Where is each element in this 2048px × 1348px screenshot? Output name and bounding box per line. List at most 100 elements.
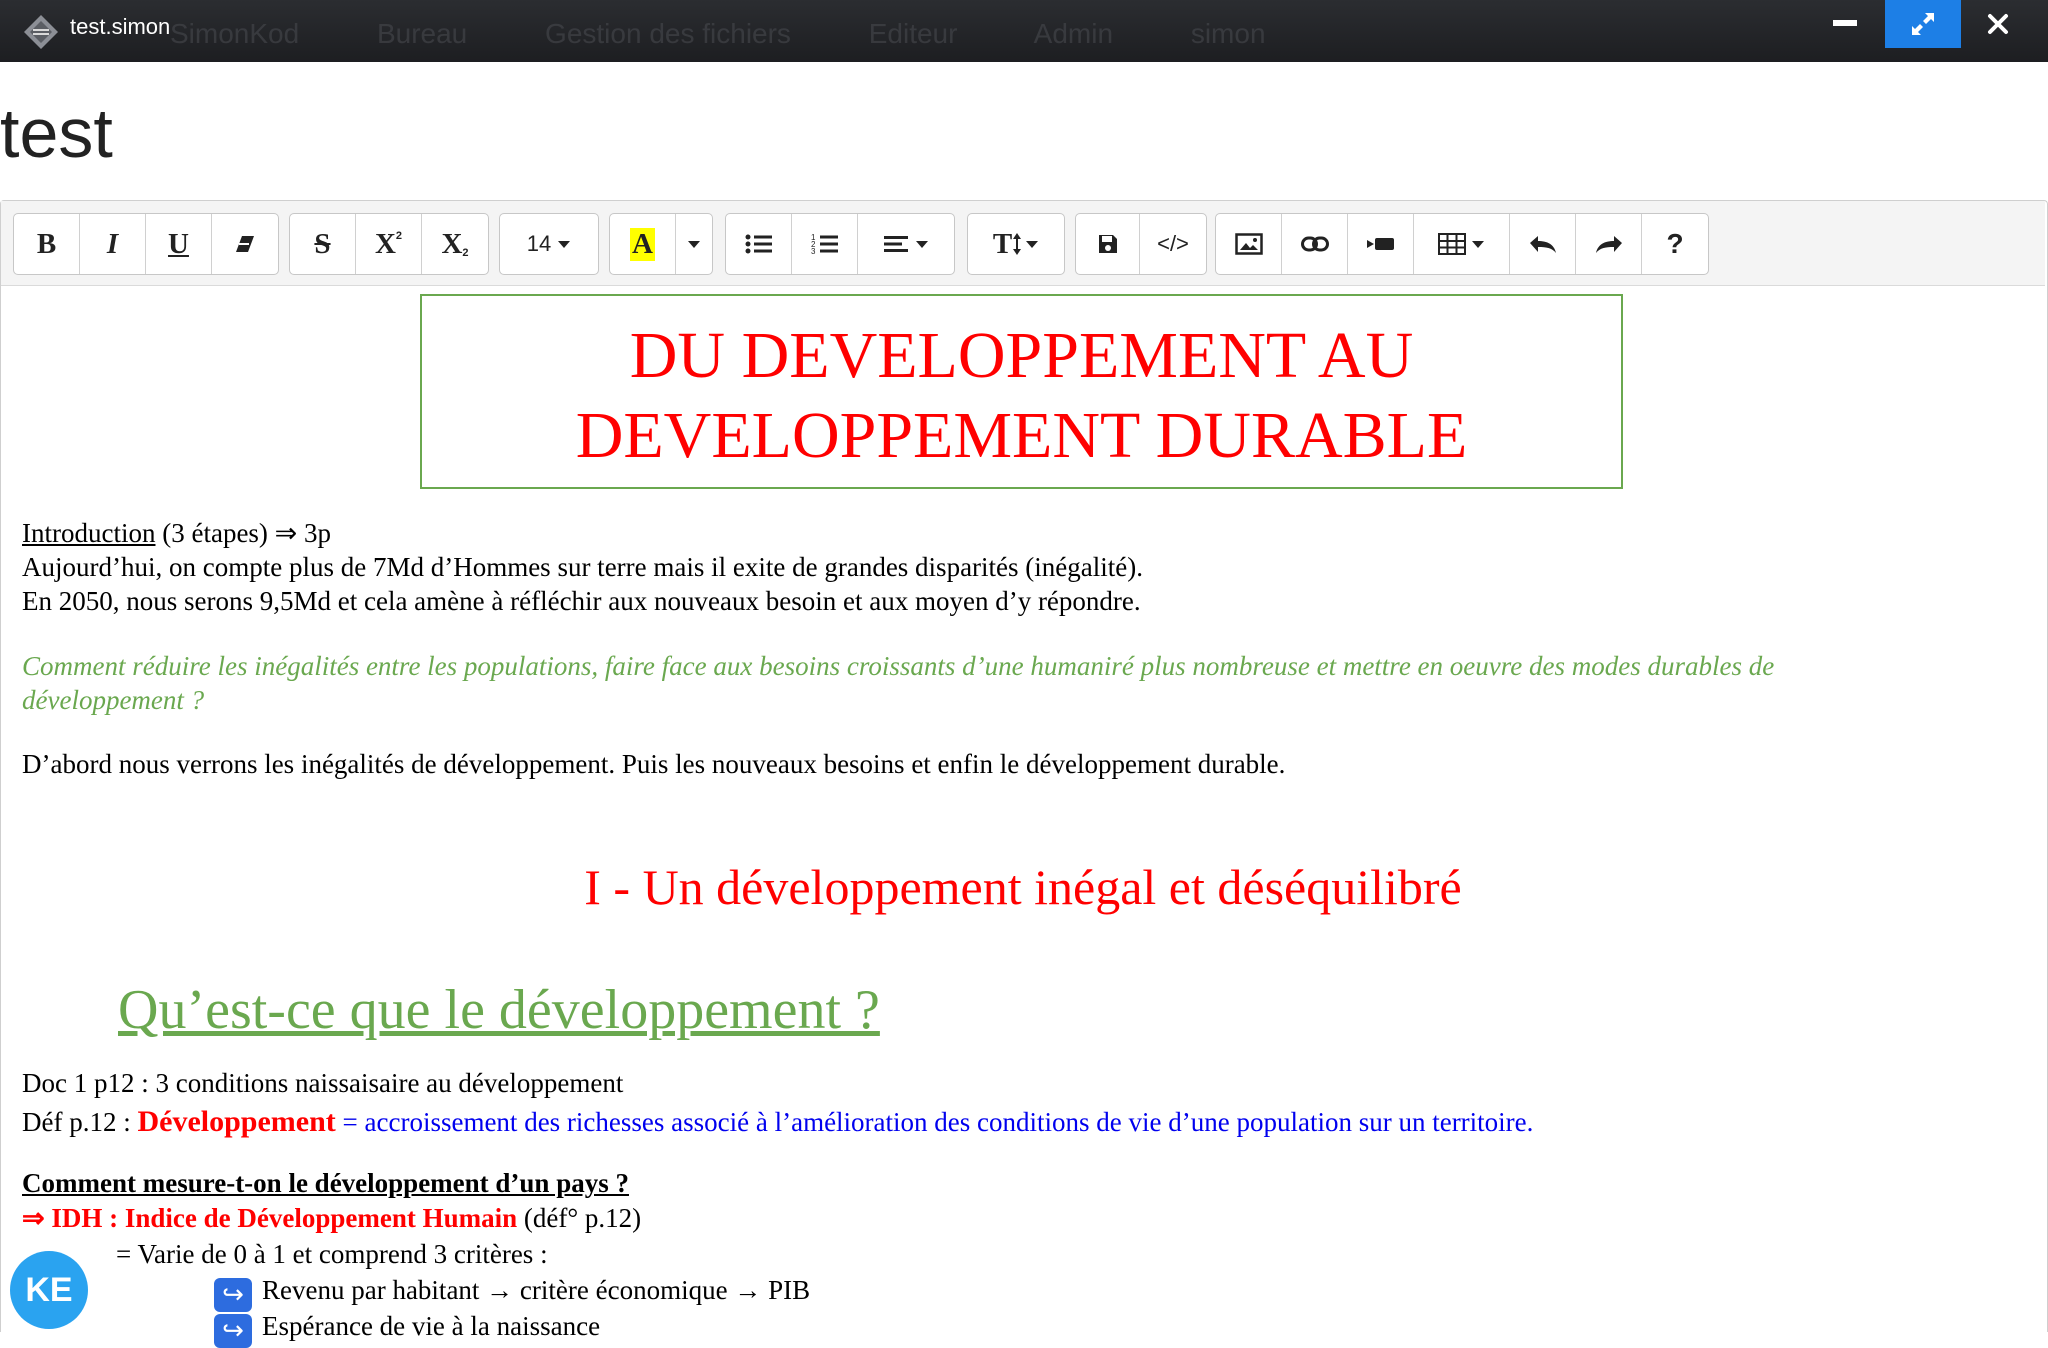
close-icon xyxy=(1988,14,2008,34)
link-icon xyxy=(1300,236,1329,252)
subscript-mark-icon: 2 xyxy=(462,247,469,259)
undo-icon xyxy=(1529,236,1556,253)
ordered-list-button[interactable]: 1 2 3 xyxy=(792,214,858,274)
subscript-button[interactable]: X2 xyxy=(422,214,488,274)
main-title-line1: DU DEVELOPPEMENT AU xyxy=(629,319,1414,392)
background-app-menu: SimonKod Bureau Gestion des fichiers Edi… xyxy=(170,18,1336,50)
align-left-icon xyxy=(883,236,908,252)
font-size-group: 14 xyxy=(499,213,599,275)
app-logo-icon xyxy=(24,15,58,49)
text-style-group: T xyxy=(967,213,1065,275)
italic-button[interactable]: I xyxy=(80,214,146,274)
highlight-label: A xyxy=(630,227,655,261)
minimize-button[interactable] xyxy=(1808,0,1882,48)
bold-button[interactable]: B xyxy=(14,214,80,274)
criteria-text: Revenu par habitant → critère économique… xyxy=(262,1275,811,1305)
idh-reference: (déf° p.12) xyxy=(517,1203,642,1233)
background-menu-admin: Admin xyxy=(1033,18,1114,49)
return-arrow-icon: ↪ xyxy=(214,1314,252,1348)
code-view-button[interactable]: </> xyxy=(1140,214,1206,274)
background-menu-editor: Editeur xyxy=(868,18,958,49)
insert-link-button[interactable] xyxy=(1282,214,1348,274)
eraser-icon xyxy=(236,236,254,252)
color-dropdown-button[interactable] xyxy=(676,214,712,274)
save-button[interactable] xyxy=(1076,214,1140,274)
paragraph-group: 1 2 3 xyxy=(725,213,955,275)
clear-format-button[interactable] xyxy=(212,214,278,274)
window-titlebar: test.simon SimonKod Bureau Gestion des f… xyxy=(0,0,2048,62)
bullet-list-button[interactable] xyxy=(726,214,792,274)
editor-toolbar: B I U S X2 X2 14 A 1 2 3 T </> ? xyxy=(1,201,2045,286)
background-menu-files: Gestion des fichiers xyxy=(545,18,791,49)
chevron-down-icon xyxy=(1472,241,1484,248)
text-height-icon xyxy=(1013,233,1022,255)
superscript-button[interactable]: X2 xyxy=(356,214,422,274)
plan-text: D’abord nous verrons les inégalités de d… xyxy=(22,749,1286,779)
expand-icon xyxy=(1912,13,1934,35)
problem-question-line1: Comment réduire les inégalités entre les… xyxy=(22,651,1775,681)
superscript-label: X xyxy=(374,227,396,260)
idh-line: ⇒ IDH : Indice de Développement Humain (… xyxy=(22,1203,641,1234)
chevron-down-icon xyxy=(1026,241,1039,248)
font-size-value: 14 xyxy=(526,231,552,256)
idh-label: ⇒ IDH : Indice de Développement Humain xyxy=(22,1203,518,1233)
subsection-title: Qu’est-ce que le développement ? xyxy=(118,979,880,1041)
align-dropdown[interactable] xyxy=(858,214,954,274)
color-group: A xyxy=(609,213,713,275)
unordered-list-icon xyxy=(745,234,772,254)
main-title-box: DU DEVELOPPEMENT AU DEVELOPPEMENT DURABL… xyxy=(420,294,1623,489)
file-group: </> xyxy=(1075,213,1207,275)
intro-rest: (3 étapes) ⇒ 3p xyxy=(155,518,332,548)
ke-badge-button[interactable]: KE xyxy=(10,1251,88,1329)
criteria-item: ↪ Revenu par habitant → critère économiqu… xyxy=(214,1275,810,1312)
script-group: S X2 X2 xyxy=(289,213,489,275)
idh-description: = Varie de 0 à 1 et comprend 3 critères … xyxy=(116,1239,548,1269)
floppy-disk-icon xyxy=(1098,235,1117,253)
measure-question: Comment mesure-t-on le développement d’u… xyxy=(22,1168,629,1198)
chevron-down-icon xyxy=(688,241,700,248)
return-arrow-icon: ↪ xyxy=(214,1278,252,1312)
subscript-label: X xyxy=(441,227,463,260)
undo-button[interactable] xyxy=(1510,214,1576,274)
video-icon xyxy=(1366,238,1394,250)
criteria-item: ↪ Espérance de vie à la naissance xyxy=(214,1311,600,1348)
chevron-down-icon xyxy=(558,241,571,248)
background-app-name: SimonKod xyxy=(170,18,300,49)
insert-group: ? xyxy=(1215,213,1709,275)
definition-line: Déf p.12 : Développement = accroissement… xyxy=(22,1105,1533,1139)
chevron-down-icon xyxy=(915,241,928,248)
underline-button[interactable]: U xyxy=(146,214,212,274)
text-style-dropdown[interactable]: T xyxy=(968,214,1064,274)
redo-icon xyxy=(1595,236,1622,253)
criteria-text: Espérance de vie à la naissance xyxy=(262,1311,601,1341)
close-button[interactable] xyxy=(1961,0,2035,48)
window-title: test.simon xyxy=(70,14,171,39)
definition-term: Développement xyxy=(137,1105,336,1138)
intro-line-2: Aujourd’hui, on compte plus de 7Md d’Hom… xyxy=(22,552,1143,582)
document-name: test xyxy=(0,94,113,172)
section-title: I - Un développement inégal et déséquili… xyxy=(584,859,1462,915)
font-style-group: B I U xyxy=(13,213,279,275)
insert-video-button[interactable] xyxy=(1348,214,1414,274)
insert-table-dropdown[interactable] xyxy=(1414,214,1510,274)
insert-image-button[interactable] xyxy=(1216,214,1282,274)
help-button[interactable]: ? xyxy=(1642,214,1708,274)
redo-button[interactable] xyxy=(1576,214,1642,274)
ordered-list-icon: 1 2 3 xyxy=(811,233,838,256)
definition-prefix: Déf p.12 : xyxy=(22,1107,138,1137)
strikethrough-button[interactable]: S xyxy=(290,214,356,274)
maximize-button[interactable] xyxy=(1885,0,1961,48)
font-size-dropdown[interactable]: 14 xyxy=(500,214,598,274)
intro-label: Introduction xyxy=(22,518,156,548)
minimize-icon xyxy=(1833,20,1857,26)
superscript-mark-icon: 2 xyxy=(395,230,403,242)
intro-line: Introduction (3 étapes) ⇒ 3p xyxy=(22,518,331,549)
background-menu-user: simon xyxy=(1190,18,1266,49)
doc-reference: Doc 1 p12 : 3 conditions naissaisaire au… xyxy=(22,1068,624,1098)
intro-line-3: En 2050, nous serons 9,5Md et cela amène… xyxy=(22,586,1141,616)
svg-text:3: 3 xyxy=(811,247,816,256)
definition-text: = accroissement des richesses associé à … xyxy=(335,1107,1534,1137)
background-menu-bureau: Bureau xyxy=(376,18,468,49)
main-title-line2: DEVELOPPEMENT DURABLE xyxy=(575,399,1468,472)
highlight-color-button[interactable]: A xyxy=(610,214,676,274)
